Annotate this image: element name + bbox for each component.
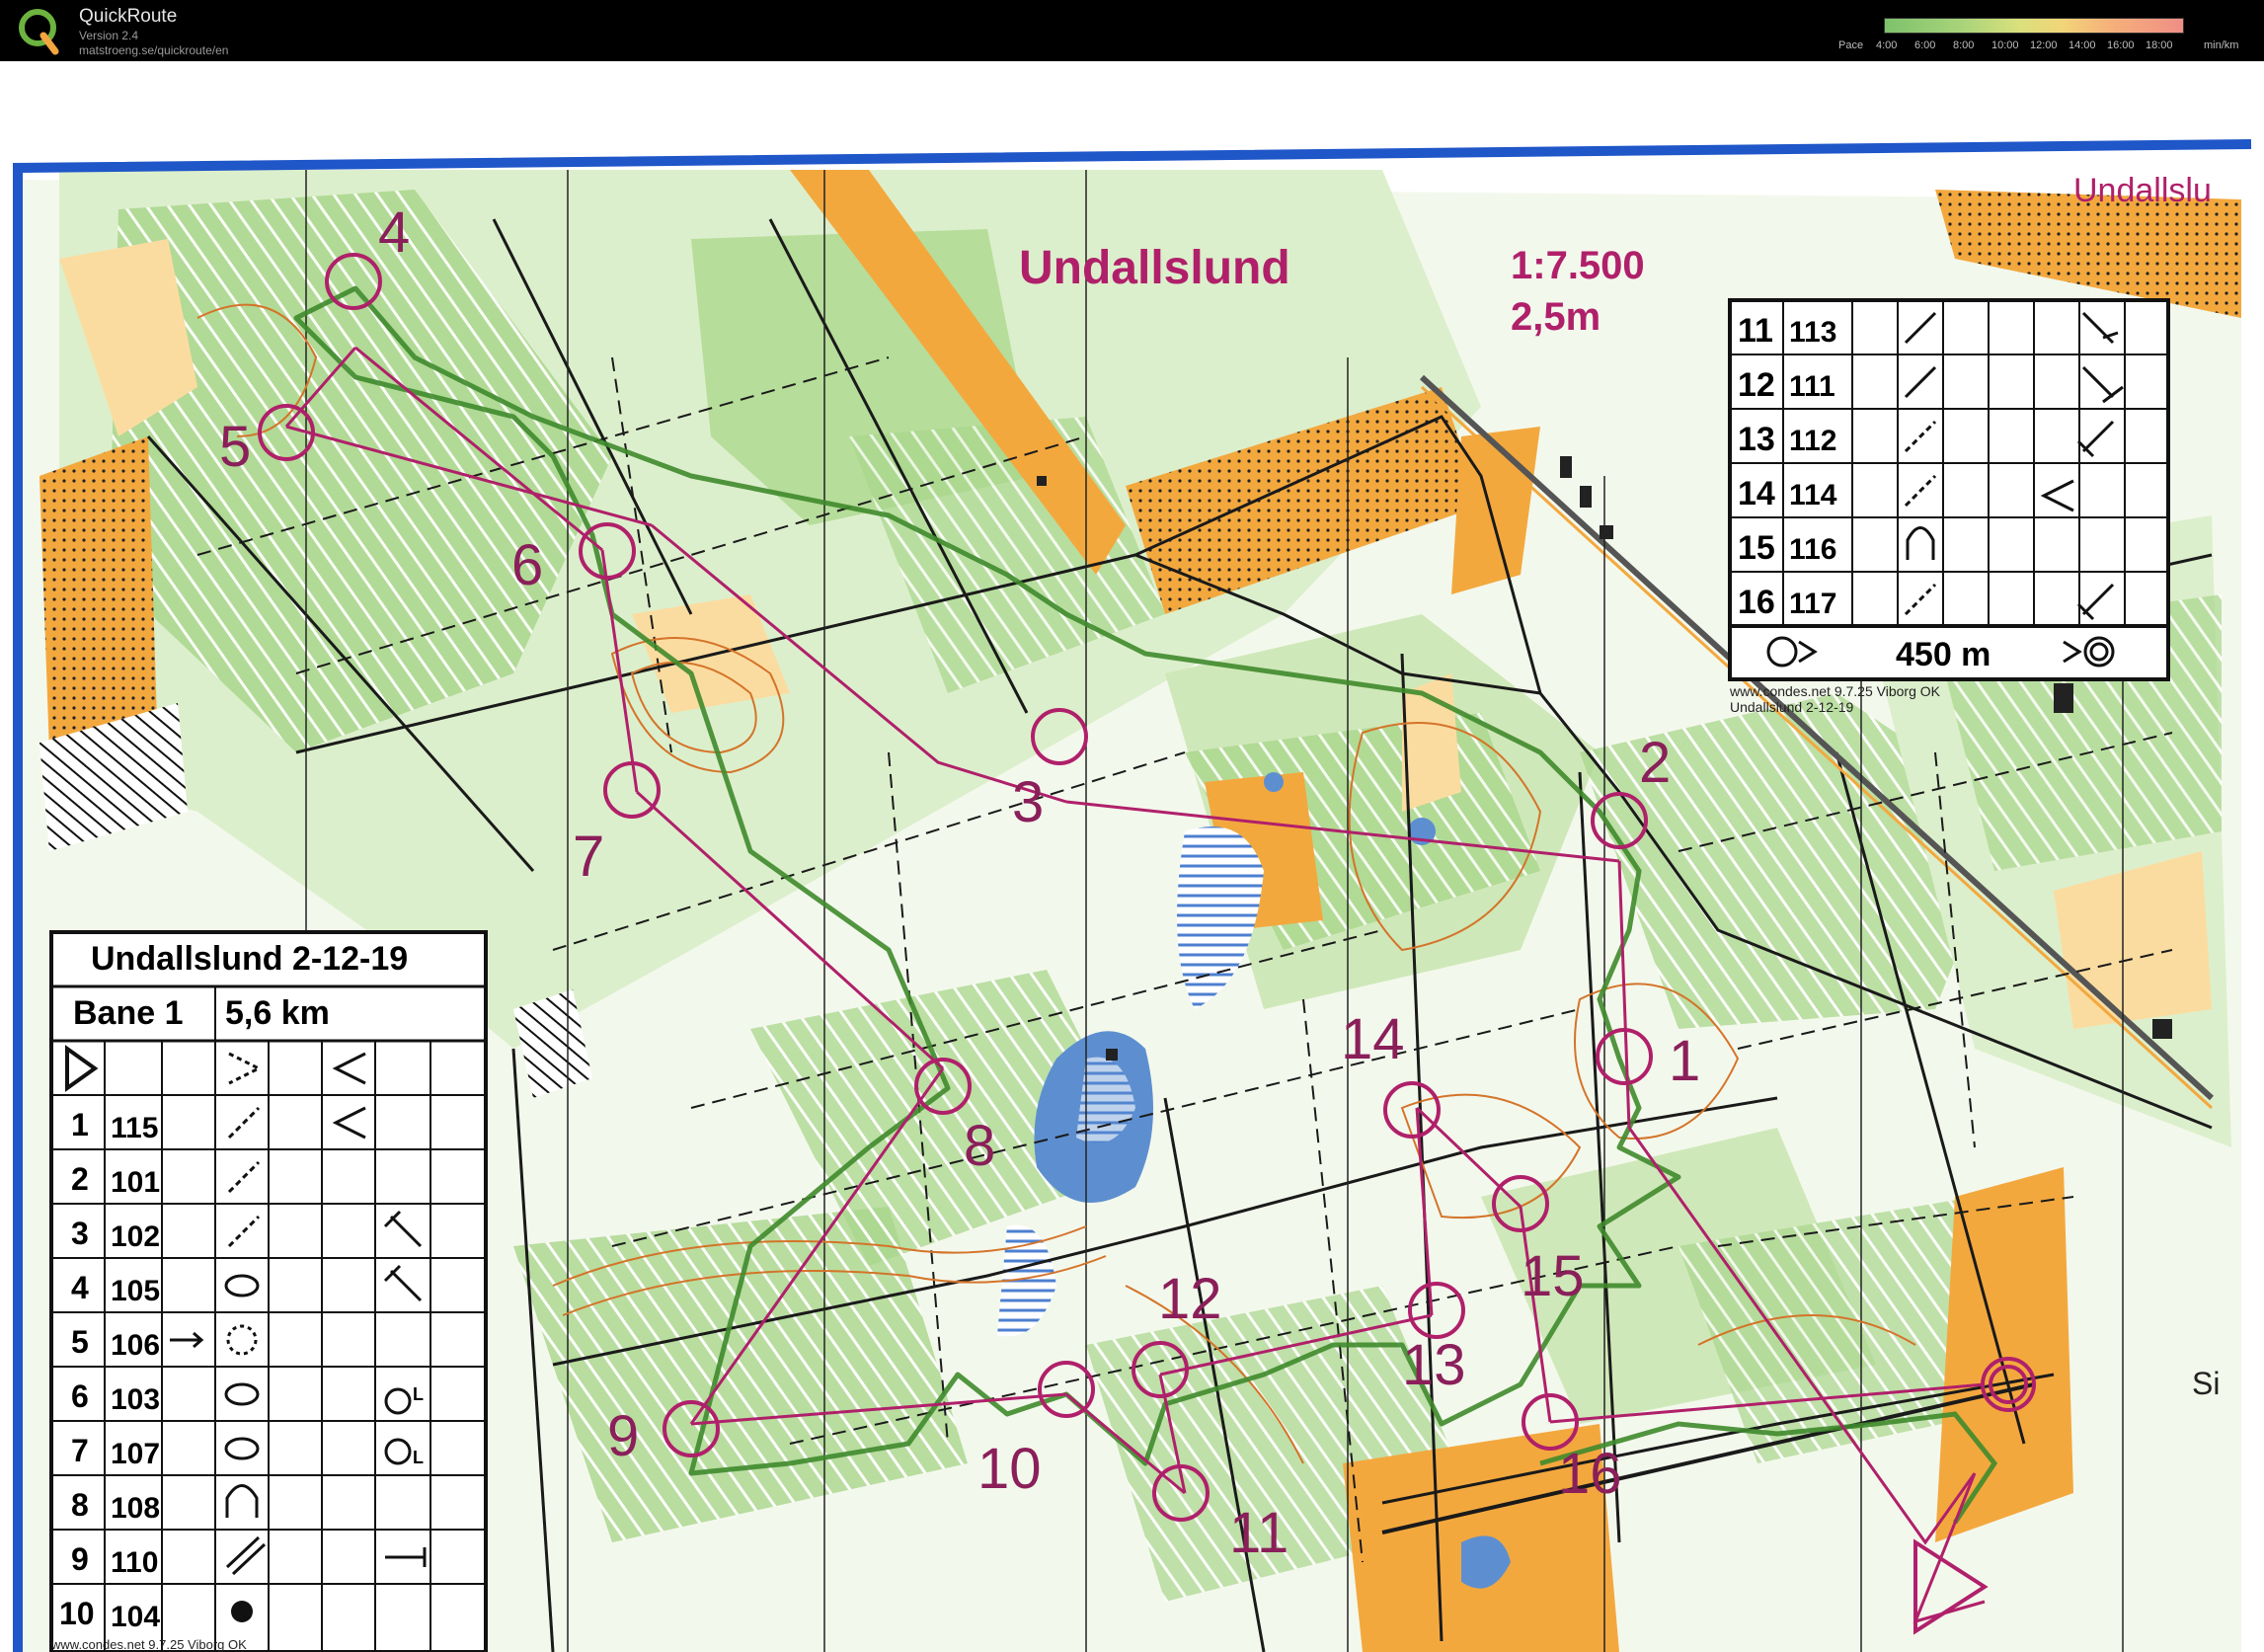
pace-color-scale: [1884, 18, 2184, 34]
control-number: 1: [1669, 1029, 1700, 1093]
pace-tick: 8:00: [1953, 39, 1975, 51]
pace-tick: 4:00: [1876, 39, 1898, 51]
control-number: 11: [1229, 1501, 1288, 1565]
control-number: 5: [219, 415, 251, 479]
pace-tick: 14:00: [2069, 39, 2096, 51]
desc-number: 1: [71, 1107, 89, 1142]
desc-code: 103: [111, 1383, 160, 1416]
quickroute-logo-icon: [19, 9, 59, 55]
desc-title: Undallslund 2-12-19: [91, 940, 408, 978]
svg-text:L: L: [413, 1448, 424, 1467]
desc-code: 101: [111, 1166, 160, 1199]
control-number: 9: [607, 1404, 639, 1468]
map-title: Undallslund: [1019, 242, 1290, 294]
control-number: 4: [378, 200, 410, 265]
desc-code: 114: [1789, 479, 1837, 511]
map-edge-text: Si: [2192, 1366, 2220, 1401]
control-number: 10: [977, 1437, 1042, 1501]
desc-code: 116: [1789, 533, 1836, 566]
desc-code: 107: [111, 1438, 160, 1470]
desc-number: 16: [1738, 584, 1775, 621]
pace-tick: 6:00: [1914, 39, 1936, 51]
desc-length: 5,6 km: [225, 994, 330, 1032]
desc-number: 9: [71, 1541, 89, 1577]
control-number: 6: [511, 533, 543, 597]
map-credit-2: Undallslund 2-12-19: [1730, 699, 1854, 715]
control-number: 3: [1012, 770, 1044, 834]
description-table-extra: 11 113 12 111 13 112 14 114 15 116 16 11…: [1728, 298, 2170, 681]
pace-tick: 18:00: [2146, 39, 2173, 51]
desc-number: 15: [1738, 529, 1775, 567]
control-number: 16: [1558, 1442, 1622, 1506]
desc-number: 7: [71, 1433, 89, 1468]
control-number: 14: [1341, 1007, 1405, 1071]
map-contour-interval: 2,5m: [1511, 295, 1600, 339]
pace-tick: 10:00: [1991, 39, 2019, 51]
desc-code: 106: [111, 1329, 160, 1362]
desc-code: 104: [111, 1601, 160, 1633]
control-number: 2: [1639, 731, 1671, 795]
desc-number: 10: [59, 1596, 95, 1631]
desc-number: 8: [71, 1487, 89, 1523]
orienteering-map-canvas[interactable]: 1 2 3 4 5 6 7 8 9 10 11 12 13 14 15 16 U…: [0, 61, 2264, 1652]
desc-number: 3: [71, 1216, 89, 1251]
control-number: 15: [1521, 1244, 1585, 1308]
desc-number: 4: [71, 1270, 89, 1305]
description-table-main: Undallslund 2-12-19 Bane 1 5,6 km 1 115 …: [49, 930, 488, 1652]
finish-distance: 450 m: [1896, 636, 1991, 673]
control-number: 7: [573, 825, 604, 889]
desc-number: 14: [1738, 475, 1775, 512]
pace-tick: 16:00: [2107, 39, 2135, 51]
control-number: 8: [964, 1114, 995, 1178]
app-url[interactable]: matstroeng.se/quickroute/en: [79, 43, 228, 57]
map-credit: www.condes.net 9.7.25 Viborg OK: [1729, 683, 1941, 699]
desc-code: 105: [111, 1275, 160, 1307]
svg-text:L: L: [413, 1384, 424, 1404]
pace-unit: min/km: [2204, 39, 2239, 51]
desc-code: 113: [1789, 316, 1836, 349]
pace-label: Pace: [1838, 39, 1864, 51]
map-scale: 1:7.500: [1511, 244, 1645, 287]
desc-code: 102: [111, 1220, 160, 1253]
control-number: 13: [1402, 1333, 1466, 1397]
map-credit-bottom: www.condes.net 9.7.25 Viborg OK: [50, 1637, 247, 1652]
app-name: QuickRoute: [79, 6, 178, 27]
control-number: 12: [1158, 1267, 1222, 1331]
desc-code: 112: [1789, 425, 1836, 457]
desc-number: 12: [1738, 366, 1775, 404]
desc-number: 5: [71, 1324, 89, 1360]
pace-tick: 12:00: [2030, 39, 2058, 51]
desc-code: 110: [111, 1546, 158, 1579]
desc-course: Bane 1: [73, 994, 184, 1032]
desc-code: 111: [1789, 370, 1835, 403]
app-version: Version 2.4: [79, 29, 139, 42]
desc-number: 11: [1738, 312, 1773, 350]
desc-number: 2: [71, 1161, 89, 1197]
desc-code: 117: [1789, 588, 1836, 620]
map-corner-text: Undallslu: [2073, 172, 2212, 209]
desc-number: 13: [1738, 421, 1775, 458]
desc-code: 108: [111, 1492, 160, 1525]
desc-number: 6: [71, 1378, 89, 1414]
desc-code: 115: [111, 1112, 158, 1144]
title-bar: QuickRoute Version 2.4 matstroeng.se/qui…: [0, 0, 2264, 61]
